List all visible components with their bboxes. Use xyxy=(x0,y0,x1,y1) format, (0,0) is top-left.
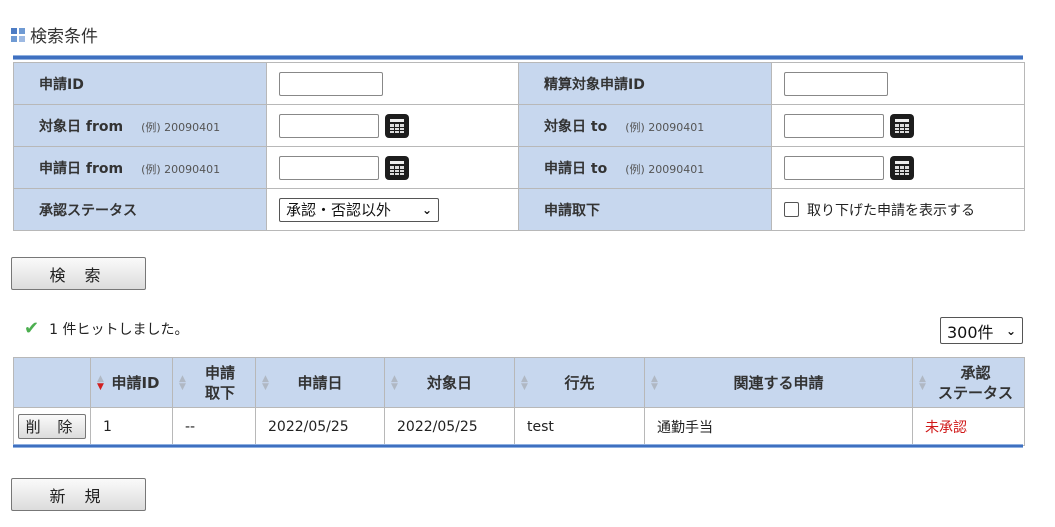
target-date-from-label: 対象日 from xyxy=(39,118,124,135)
apply-date-to-label: 申請日 to xyxy=(544,160,608,177)
sort-icon[interactable]: ▲ ▼ xyxy=(262,374,269,391)
checkmark-icon: ✔ xyxy=(24,318,40,339)
cell-destination: test xyxy=(514,407,645,446)
example-hint: (例) 20090401 xyxy=(625,162,705,176)
approval-status-value: 承認・否認以外 xyxy=(286,201,392,219)
withdrawal-label: 申請取下 xyxy=(518,188,772,231)
example-hint: (例) 20090401 xyxy=(141,162,221,176)
column-header-related[interactable]: ▲ ▼ 関連する申請 xyxy=(644,357,913,408)
sort-icon[interactable]: ▲ ▼ xyxy=(391,374,398,391)
cell-id[interactable]: 1 xyxy=(90,407,173,446)
table-row: 削 除 1 -- 2022/05/25 2022/05/25 test 通勤手当… xyxy=(13,407,1025,446)
section-title-text: 検索条件 xyxy=(30,27,98,47)
results-table: ▲ ▼ 申請ID ▲ ▼ 申請 取下 ▲ ▼ 申請日 ▲ ▼ 対象日 ▲ ▼ 行先 ▲ ▼ … xyxy=(13,357,1025,446)
application-id-label: 申請ID xyxy=(13,62,267,105)
results-divider xyxy=(13,444,1023,448)
apply-date-from-input[interactable] xyxy=(279,155,379,180)
page-section-title: 検索条件 xyxy=(11,22,98,47)
hit-message-text: 1 件ヒットしました。 xyxy=(49,321,189,338)
show-withdrawn-label: 取り下げた申請を表示する xyxy=(807,202,975,219)
chevron-down-icon: ⌄ xyxy=(421,202,432,217)
delete-button[interactable]: 削 除 xyxy=(18,414,86,439)
column-header-withdrawn[interactable]: ▲ ▼ 申請 取下 xyxy=(172,357,256,408)
column-header-id[interactable]: ▲ ▼ 申請ID xyxy=(90,357,173,408)
settlement-target-label: 精算対象申請ID xyxy=(518,62,772,105)
search-conditions-table: 申請ID 精算対象申請ID 対象日 from (例) 20090401 対象日 t… xyxy=(13,62,1025,231)
show-withdrawn-checkbox[interactable] xyxy=(784,202,799,217)
cell-withdrawn: -- xyxy=(172,407,256,446)
calendar-icon[interactable] xyxy=(890,113,914,138)
approval-status-select[interactable]: 承認・否認以外 ⌄ xyxy=(279,197,439,222)
search-button[interactable]: 検 索 xyxy=(11,257,146,290)
results-header-row: ▲ ▼ 申請ID ▲ ▼ 申請 取下 ▲ ▼ 申請日 ▲ ▼ 対象日 ▲ ▼ 行先 ▲ ▼ … xyxy=(13,357,1025,408)
apply-date-to-input[interactable] xyxy=(784,155,884,180)
apply-date-to-cell: 申請日 to (例) 20090401 xyxy=(518,146,772,189)
cell-related: 通勤手当 xyxy=(644,407,913,446)
section-divider xyxy=(13,55,1023,60)
cell-target-date: 2022/05/25 xyxy=(384,407,515,446)
column-header-destination[interactable]: ▲ ▼ 行先 xyxy=(514,357,645,408)
hit-message: ✔ 1 件ヒットしました。 xyxy=(24,318,188,339)
cell-apply-date: 2022/05/25 xyxy=(255,407,385,446)
target-date-from-cell: 対象日 from (例) 20090401 xyxy=(13,104,267,147)
column-header-action xyxy=(13,357,91,408)
column-header-status[interactable]: ▲ ▼ 承認 ステータス xyxy=(912,357,1025,408)
page-size-value: 300件 xyxy=(947,322,994,342)
target-date-from-input[interactable] xyxy=(279,113,379,138)
chevron-down-icon: ⌄ xyxy=(1005,323,1016,338)
target-date-to-label: 対象日 to xyxy=(544,118,608,135)
sort-icon[interactable]: ▲ ▼ xyxy=(651,374,658,391)
sort-icon[interactable]: ▲ ▼ xyxy=(919,374,926,391)
apply-date-from-label: 申請日 from xyxy=(39,160,124,177)
calendar-icon[interactable] xyxy=(385,113,409,138)
settlement-target-input[interactable] xyxy=(784,71,888,96)
column-header-target-date[interactable]: ▲ ▼ 対象日 xyxy=(384,357,515,408)
grid-icon xyxy=(11,27,25,42)
calendar-icon[interactable] xyxy=(385,155,409,180)
new-button[interactable]: 新 規 xyxy=(11,478,146,511)
approval-status-label: 承認ステータス xyxy=(13,188,267,231)
sort-icon[interactable]: ▲ ▼ xyxy=(521,374,528,391)
cell-status: 未承認 xyxy=(912,407,1025,446)
sort-icon[interactable]: ▲ ▼ xyxy=(179,374,186,391)
column-header-apply-date[interactable]: ▲ ▼ 申請日 xyxy=(255,357,385,408)
application-id-input[interactable] xyxy=(279,71,383,96)
calendar-icon[interactable] xyxy=(890,155,914,180)
sort-icon[interactable]: ▲ ▼ xyxy=(97,374,104,391)
example-hint: (例) 20090401 xyxy=(625,120,705,134)
target-date-to-cell: 対象日 to (例) 20090401 xyxy=(518,104,772,147)
page-size-select[interactable]: 300件 ⌄ xyxy=(940,317,1023,344)
target-date-to-input[interactable] xyxy=(784,113,884,138)
apply-date-from-cell: 申請日 from (例) 20090401 xyxy=(13,146,267,189)
example-hint: (例) 20090401 xyxy=(141,120,221,134)
